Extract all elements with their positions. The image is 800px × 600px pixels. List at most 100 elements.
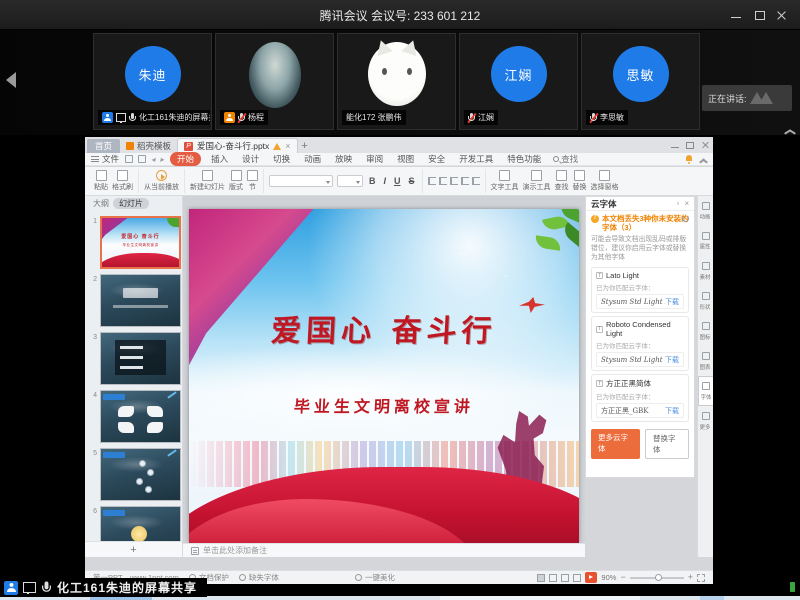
more-cloud-fonts-button[interactable]: 更多云字体 — [591, 429, 640, 459]
outline-tab[interactable]: 大纲 — [93, 198, 109, 209]
rail-charts[interactable]: 图表 — [698, 346, 713, 376]
new-slide-button[interactable]: 新建幻灯片 — [190, 170, 225, 192]
slide-thumbnail-5[interactable] — [100, 448, 181, 501]
line-spacing-icon[interactable] — [461, 177, 469, 185]
wps-close-icon[interactable] — [701, 141, 709, 149]
zoom-in-button[interactable]: + — [688, 573, 693, 582]
download-link[interactable]: 下载 — [665, 297, 679, 307]
slide-thumbnail-1[interactable]: 爱国心 奋斗行 毕业生文明离校宣讲 — [100, 216, 181, 269]
tab-slideshow[interactable]: 放映 — [331, 152, 356, 166]
host-icon — [4, 581, 18, 595]
slide-thumbnail-4[interactable] — [100, 390, 181, 443]
save-icon[interactable] — [125, 155, 133, 163]
add-slide-button[interactable]: + — [85, 541, 182, 557]
missing-fonts-status[interactable]: 缺失字体 — [239, 572, 279, 583]
paste-button[interactable]: 粘贴 — [94, 170, 108, 192]
slide-thumbnail-2[interactable] — [100, 274, 181, 327]
underline-button[interactable]: U — [392, 176, 403, 186]
align-icon[interactable] — [472, 177, 480, 185]
tab-devtools[interactable]: 开发工具 — [455, 152, 497, 166]
document-tab[interactable]: P 爱国心-奋斗行.pptx × — [177, 138, 298, 153]
tab-transition[interactable]: 切换 — [269, 152, 294, 166]
tab-review[interactable]: 审阅 — [362, 152, 387, 166]
rail-properties[interactable]: 属性 — [698, 226, 713, 256]
tab-view[interactable]: 视图 — [393, 152, 418, 166]
tab-security[interactable]: 安全 — [424, 152, 449, 166]
current-slide[interactable]: ⌄⌄ ⌄ 爱国心 奋斗行 毕业生文明离校宣讲 — [189, 209, 579, 543]
notes-bar[interactable]: 单击此处添加备注 — [183, 543, 585, 557]
docer-template-tab[interactable]: 稻壳模板 — [120, 139, 177, 153]
font-family-select[interactable] — [269, 175, 333, 187]
prev-page-arrow-icon[interactable] — [6, 72, 16, 88]
command-search[interactable]: 查找 — [553, 153, 578, 165]
replace-font-button[interactable]: 替换字体 — [645, 429, 689, 459]
italic-button[interactable]: I — [382, 176, 389, 186]
redo-icon[interactable]: ▸ — [160, 155, 164, 164]
wps-home-tab[interactable]: 首页 — [87, 139, 120, 153]
zoom-out-button[interactable]: − — [620, 573, 625, 582]
strikethrough-button[interactable]: S — [407, 176, 417, 186]
video-tile-simin[interactable]: 思敏 李思敏 — [581, 33, 700, 130]
undo-icon[interactable]: ◂ — [151, 155, 155, 164]
collapse-ribbon-icon[interactable] — [699, 157, 707, 162]
beautify-button[interactable]: 一键美化 — [355, 572, 395, 583]
demo-tool-button[interactable]: 演示工具 — [523, 170, 551, 192]
rail-assets[interactable]: 素材 — [698, 256, 713, 286]
panel-close-icon[interactable]: × — [684, 199, 689, 208]
collapse-strip-icon[interactable] — [784, 127, 794, 133]
indent-icon[interactable] — [450, 177, 458, 185]
wps-minimize-icon[interactable] — [671, 141, 679, 149]
tab-design[interactable]: 设计 — [238, 152, 263, 166]
refresh-icon[interactable] — [682, 215, 689, 222]
close-icon[interactable] — [776, 9, 788, 21]
normal-view-icon[interactable] — [537, 574, 545, 582]
tab-insert[interactable]: 插入 — [207, 152, 232, 166]
format-painter-button[interactable]: 格式刷 — [112, 170, 133, 192]
play-from-current-button[interactable]: 从当前播放 — [144, 170, 179, 192]
replace-button[interactable]: 替换 — [573, 170, 587, 192]
new-tab-button[interactable]: + — [298, 139, 312, 153]
slide-thumbnail-3[interactable] — [100, 332, 181, 385]
video-tile-zhudi[interactable]: 朱迪 化工161朱迪的屏幕共享 — [93, 33, 212, 130]
notes-view-icon[interactable] — [573, 574, 581, 582]
notification-bell-icon[interactable] — [685, 155, 693, 163]
font-card: T Lato Light 已为你匹配云字体： Stysum Std Light … — [591, 267, 689, 313]
close-tab-icon[interactable]: × — [285, 141, 290, 151]
rail-more[interactable]: 更多 — [698, 406, 713, 436]
reading-view-icon[interactable] — [561, 574, 569, 582]
file-menu[interactable]: 文件 — [91, 153, 119, 165]
select-pane-button[interactable]: 选择窗格 — [591, 170, 619, 192]
minimize-icon[interactable] — [730, 9, 742, 21]
download-link[interactable]: 下载 — [665, 355, 679, 365]
wps-maximize-icon[interactable] — [686, 141, 694, 149]
font-size-select[interactable] — [337, 175, 363, 187]
fit-slide-icon[interactable] — [697, 574, 705, 582]
bullet-list-icon[interactable] — [428, 177, 436, 185]
rail-cloud-fonts[interactable]: 字体 — [698, 376, 713, 406]
slideshow-play-button[interactable] — [585, 572, 597, 583]
maximize-icon[interactable] — [754, 9, 766, 21]
rail-shapes[interactable]: 形状 — [698, 286, 713, 316]
sorter-view-icon[interactable] — [549, 574, 557, 582]
zoom-slider[interactable] — [630, 577, 684, 579]
rail-icons[interactable]: 图标 — [698, 316, 713, 346]
video-tile-jiangxian[interactable]: 江娴 江娴 — [459, 33, 578, 130]
text-tool-button[interactable]: 文字工具 — [491, 170, 519, 192]
panel-pin-icon[interactable]: ▫ — [676, 199, 679, 208]
section-button[interactable]: 节 — [247, 170, 258, 192]
print-icon[interactable] — [138, 155, 146, 163]
rail-animation[interactable]: 动画 — [698, 196, 713, 226]
slides-tab[interactable]: 幻灯片 — [113, 198, 149, 209]
find-button[interactable]: 查找 — [555, 170, 569, 192]
bold-button[interactable]: B — [367, 176, 378, 186]
slide-thumbnail-6[interactable] — [100, 506, 181, 541]
numbered-list-icon[interactable] — [439, 177, 447, 185]
video-tile-yangcheng[interactable]: 杨程 — [215, 33, 334, 130]
layout-button[interactable]: 版式 — [229, 170, 243, 192]
tab-features[interactable]: 特色功能 — [503, 152, 545, 166]
video-tile-nenghua[interactable]: 能化172 张鹏伟 — [337, 33, 456, 130]
tab-home[interactable]: 开始 — [170, 152, 201, 166]
tab-animation[interactable]: 动画 — [300, 152, 325, 166]
zoom-slider-knob[interactable] — [655, 574, 662, 581]
download-link[interactable]: 下载 — [665, 406, 679, 416]
